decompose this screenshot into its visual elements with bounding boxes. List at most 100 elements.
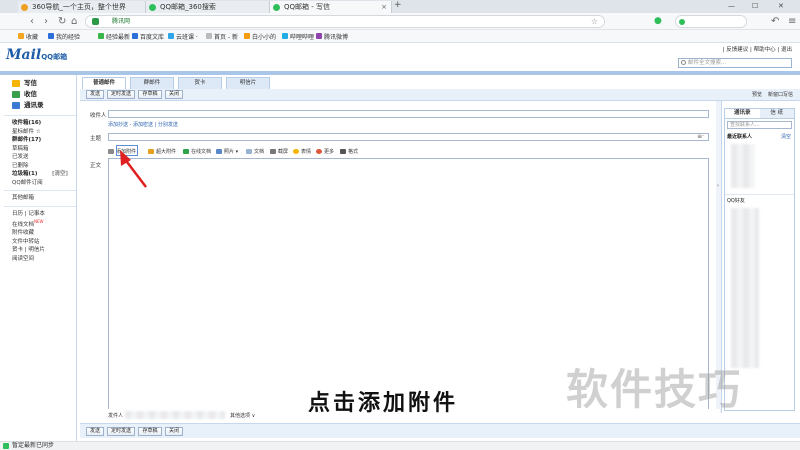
tab-contacts[interactable]: 通讯录 (725, 109, 760, 118)
bookmark-item[interactable]: 经验最新 (98, 32, 130, 41)
sender-address-select[interactable] (125, 411, 225, 419)
emoji-icon (293, 149, 299, 154)
document-button[interactable]: 文档 (246, 148, 264, 155)
bookmark-item[interactable]: 首页 - 新 (206, 32, 238, 41)
scheduled-send-button-bottom[interactable]: 定时发送 (107, 427, 135, 436)
browser-tab-qqmail[interactable]: QQ邮箱 - 写信 × (270, 1, 392, 13)
large-attachment-button[interactable]: 超大附件 (148, 148, 176, 155)
bilibili-icon (282, 33, 288, 39)
inbox-link[interactable]: 收信 (12, 89, 76, 100)
save-draft-button-bottom[interactable]: 存草稿 (138, 427, 162, 436)
bookmark-star-icon[interactable]: ☆ (591, 16, 598, 27)
other-options-link[interactable]: 其他选项 ∨ (230, 412, 255, 419)
folder-starred[interactable]: 星标邮件 ☆ (12, 128, 76, 137)
subject-field[interactable]: ≡· (108, 133, 709, 141)
tab-normal-mail[interactable]: 普通邮件 (82, 77, 126, 89)
new-window-link[interactable]: 新窗口写信 (768, 91, 793, 98)
subject-format-icon[interactable]: ≡· (697, 133, 704, 140)
qqmail-logo[interactable]: MailQQ邮箱 (6, 47, 67, 63)
body-label: 正文 (90, 163, 102, 169)
bookmark-item[interactable]: 哔哩哔哩 (282, 32, 314, 41)
send-button-bottom[interactable]: 发送 (86, 427, 104, 436)
close-button[interactable]: 关闭 (165, 90, 183, 99)
send-button[interactable]: 发送 (86, 90, 104, 99)
qq-friends-list[interactable] (731, 208, 759, 368)
browser-search-box[interactable] (675, 15, 747, 28)
clear-recent-link[interactable]: 清空 (781, 133, 791, 140)
new-tab-button[interactable]: + (394, 0, 402, 10)
tab-group-mail[interactable]: 群邮件 (130, 77, 174, 89)
empty-spam-link[interactable]: [清空] (52, 170, 68, 179)
contact-search-input[interactable]: 查找联系人... (727, 121, 792, 129)
refresh-icon[interactable]: ↻ (58, 15, 66, 28)
attachment-collection-link[interactable]: 附件收藏 (12, 229, 76, 238)
browser-tab-bar: 360导航_一个主页，整个世界 QQ邮箱_360搜索 QQ邮箱 - 写信 × +… (0, 0, 800, 13)
weibo-icon (316, 33, 322, 39)
security-shield-icon (92, 18, 99, 25)
more-button[interactable]: 更多 (316, 148, 334, 155)
preview-link[interactable]: 预览 (752, 91, 762, 98)
tab-stationery[interactable]: 信 纸 (759, 109, 794, 118)
screenshot-button[interactable]: 截屏 (270, 148, 288, 155)
compose-toolbar: 发送 定时发送 存草稿 关闭 预览 新窗口写信 (80, 89, 800, 101)
qq-friends-header[interactable]: QQ好友 (725, 194, 794, 206)
folder-group[interactable]: 群邮件(17) (12, 136, 76, 145)
home-icon[interactable]: ⌂ (71, 15, 77, 28)
maximize-icon[interactable]: ☐ (752, 0, 758, 13)
contacts-link[interactable]: 通讯录 (12, 100, 76, 111)
cards-link[interactable]: 贺卡 | 明信片 (12, 246, 76, 255)
reading-space-link[interactable]: 阅读空间 (12, 255, 76, 264)
minimize-icon[interactable]: — (728, 0, 735, 13)
bookmark-item[interactable]: 收藏 (18, 32, 38, 41)
file-transfer-link[interactable]: 文件中转站 (12, 238, 76, 247)
emoji-button[interactable]: 表情 (293, 148, 311, 155)
bookmark-item[interactable]: 我的经验 (48, 32, 80, 41)
menu-icon[interactable]: ≡ (788, 15, 796, 28)
tab-greeting-card[interactable]: 贺卡 (178, 77, 222, 89)
online-doc-button[interactable]: 在线文档 (183, 148, 211, 155)
folder-subscriptions[interactable]: QQ邮件订阅 (12, 179, 76, 188)
close-window-icon[interactable]: ✕ (778, 0, 784, 13)
close-tab-icon[interactable]: × (381, 1, 387, 13)
undo-icon[interactable]: ↶ (771, 15, 779, 28)
recent-contacts-header[interactable]: 最近联系人 清空 (725, 131, 794, 142)
browser-tab-360[interactable]: 360导航_一个主页，整个世界 (18, 1, 146, 13)
photo-button[interactable]: 照片 ▾ (216, 148, 238, 155)
subject-label: 主题 (90, 136, 102, 142)
address-bar[interactable]: 腾讯网 ☆ (85, 15, 605, 28)
other-mailbox-link[interactable]: 其他邮箱 (12, 194, 76, 203)
browser-nav-bar: ‹ › ↻ ⌂ 腾讯网 ☆ ● ↶ ≡ (0, 13, 800, 30)
bookmark-item[interactable]: 腾讯微博 (316, 32, 348, 41)
sender-label: 发件人 (108, 413, 124, 419)
to-field[interactable] (108, 110, 709, 118)
folder-spam[interactable]: 垃圾箱(1) [清空] (12, 170, 76, 179)
forward-icon[interactable]: › (44, 15, 48, 28)
recent-contact-list[interactable] (731, 144, 755, 188)
browser-tab-search[interactable]: QQ邮箱_360搜索 (146, 1, 270, 13)
video-subtitle: 点击添加附件 (308, 391, 459, 416)
back-icon[interactable]: ‹ (30, 15, 34, 28)
calendar-notes-link[interactable]: 日历 | 记事本 (12, 210, 76, 219)
cc-bcc-links[interactable]: 添加抄送 - 添加密送 | 分别发送 (108, 121, 178, 128)
doc-icon (246, 149, 252, 154)
bookmark-item[interactable]: 百度文库 (132, 32, 164, 41)
tab-postcard[interactable]: 明信片 (226, 77, 270, 89)
search-icon (681, 60, 686, 65)
scheduled-send-button[interactable]: 定时发送 (107, 90, 135, 99)
bookmark-item[interactable]: 白小小的 (244, 32, 276, 41)
top-links[interactable]: | 反馈建议 | 帮助中心 | 退出 (723, 45, 792, 53)
bookmark-item[interactable]: 云班课 · (168, 32, 198, 41)
online-docs-link[interactable]: 在线文档NEW (12, 218, 76, 229)
search-favicon-icon (149, 4, 156, 11)
folder-inbox[interactable]: 收件箱(16) (12, 119, 76, 128)
close-button-bottom[interactable]: 关闭 (165, 427, 183, 436)
collapse-arrow-icon[interactable]: › (717, 183, 719, 189)
mail-header: MailQQ邮箱 | 反馈建议 | 帮助中心 | 退出 邮件全文搜索... (0, 43, 800, 71)
format-button[interactable]: 格式 (340, 148, 358, 155)
save-draft-button[interactable]: 存草稿 (138, 90, 162, 99)
mail-search-input[interactable]: 邮件全文搜索... (678, 58, 792, 68)
folder-drafts[interactable]: 草稿箱 (12, 145, 76, 154)
folder-deleted[interactable]: 已删除 (12, 162, 76, 171)
folder-sent[interactable]: 已发送 (12, 153, 76, 162)
compose-link[interactable]: 写信 (12, 78, 76, 89)
